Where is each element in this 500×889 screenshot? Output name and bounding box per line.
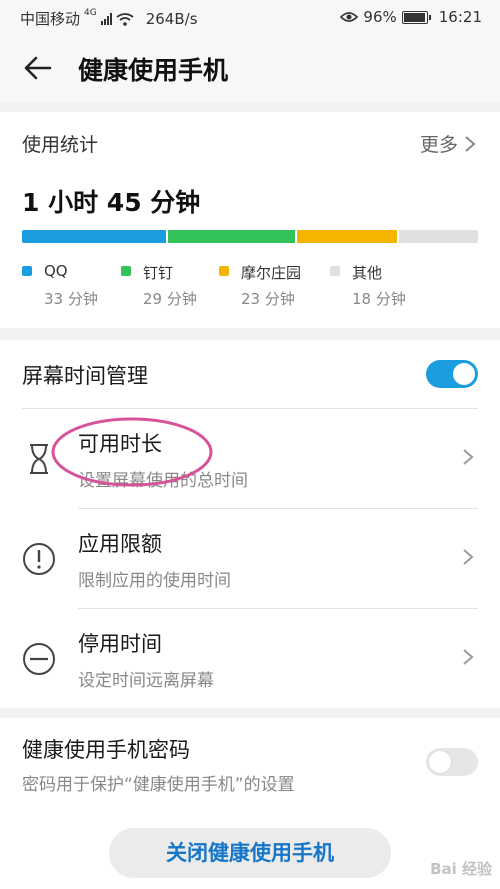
legend-app-time: 18 分钟 (352, 290, 406, 308)
usage-heading: 使用统计 (22, 134, 99, 156)
back-arrow-icon[interactable] (22, 52, 54, 84)
battery-icon (401, 10, 431, 24)
screen-time-row: 屏幕时间管理 (0, 340, 500, 408)
status-bar: 中国移动 4G 264B/s 96% 16:21 (0, 0, 500, 34)
usage-legend: QQ 33 分钟 钉钉 29 分钟 摩尔庄园 23 分钟 其他 18 分钟 (22, 262, 482, 312)
eye-icon (340, 12, 359, 22)
legend-app-name: 钉钉 (143, 264, 174, 282)
more-label: 更多 (419, 134, 458, 156)
usage-card: 使用统计 更多 1 小时 45 分钟 QQ 33 分钟 钉钉 29 分钟 摩尔庄园 23 … (0, 112, 500, 328)
exclamation-circle-icon (23, 543, 55, 575)
network-speed: 264B/s (145, 9, 198, 28)
total-usage: 1 小时 45 分钟 (22, 188, 201, 217)
watermark: Bai 经验 (430, 860, 492, 878)
signal-icon (100, 12, 112, 25)
screen-time-toggle[interactable] (426, 360, 478, 388)
minus-circle-icon (23, 643, 55, 675)
item-title: 停用时间 (78, 632, 162, 656)
chevron-right-icon (463, 649, 474, 665)
page-title: 健康使用手机 (78, 56, 229, 85)
password-card: 健康使用手机密码 密码用于保护“健康使用手机”的设置 关闭健康使用手机 Bai … (0, 718, 500, 889)
legend-app-name: QQ (44, 262, 68, 280)
chevron-right-icon (463, 449, 474, 465)
legend-swatch (330, 266, 340, 276)
legend-app-time: 29 分钟 (143, 290, 197, 308)
usage-bar-segment (296, 230, 398, 243)
item-subtitle: 限制应用的使用时间 (78, 571, 231, 591)
screen-time-card: 屏幕时间管理 可用时长 设置屏幕使用的总时间 应用限额 限制应用的使用时间 停用… (0, 340, 500, 708)
password-subtitle: 密码用于保护“健康使用手机”的设置 (22, 775, 295, 795)
usage-bar-segment (399, 230, 478, 243)
close-health-button[interactable]: 关闭健康使用手机 (109, 828, 391, 878)
item-subtitle: 设定时间远离屏幕 (78, 671, 214, 691)
legend-app-time: 33 分钟 (44, 290, 98, 308)
battery-percent: 96% (363, 8, 397, 26)
usage-bar-segment (168, 230, 295, 243)
legend-swatch (22, 266, 32, 276)
legend-swatch (121, 266, 131, 276)
password-toggle[interactable] (426, 748, 478, 776)
title-bar: 健康使用手机 (0, 34, 500, 102)
chevron-right-icon (465, 135, 476, 152)
item-title: 应用限额 (78, 532, 162, 556)
legend-app-time: 23 分钟 (241, 290, 295, 308)
highlight-ellipse (51, 417, 213, 487)
clock: 16:21 (438, 8, 482, 26)
wifi-icon (116, 12, 134, 26)
network-type: 4G (84, 7, 97, 18)
more-link[interactable]: 更多 (420, 130, 476, 157)
list-item-downtime[interactable]: 停用时间 设定时间远离屏幕 (0, 608, 500, 708)
usage-bar-segment (22, 230, 167, 243)
legend-app-name: 摩尔庄园 (241, 264, 302, 282)
usage-bar (22, 230, 478, 243)
list-item-app-limits[interactable]: 应用限额 限制应用的使用时间 (0, 508, 500, 608)
legend-app-name: 其他 (352, 264, 383, 282)
chevron-right-icon (463, 549, 474, 565)
password-title: 健康使用手机密码 (22, 738, 190, 762)
screen-time-label: 屏幕时间管理 (22, 364, 148, 388)
legend-swatch (219, 266, 229, 276)
carrier-label: 中国移动 (20, 10, 81, 28)
